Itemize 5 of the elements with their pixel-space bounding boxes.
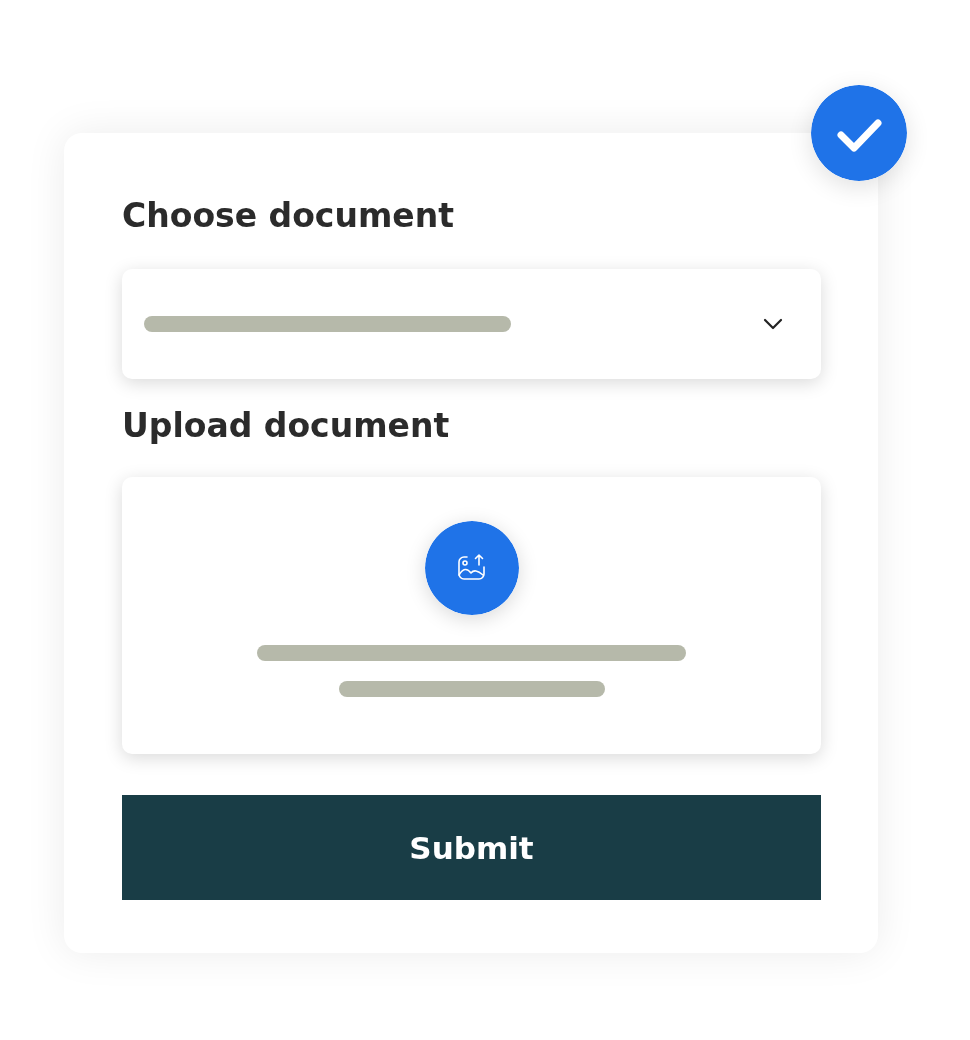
image-upload-icon[interactable]: [424, 521, 519, 615]
submit-button[interactable]: Submit: [122, 795, 821, 900]
section-title: Choose document: [122, 195, 455, 237]
chevron-down-icon: [763, 318, 783, 330]
section-title: Upload document: [122, 405, 451, 447]
